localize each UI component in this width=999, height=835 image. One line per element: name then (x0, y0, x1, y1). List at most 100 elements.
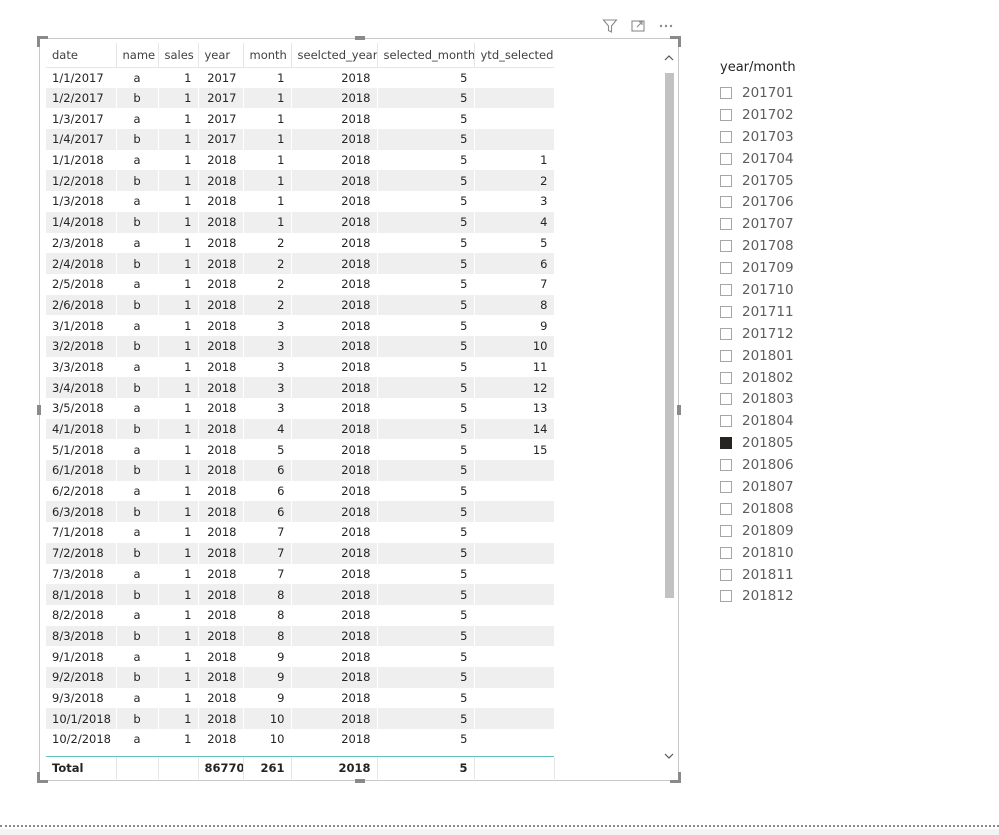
table-row[interactable]: 9/1/2018 a 1 2018 9 2018 5 (46, 646, 554, 667)
slicer-item[interactable]: 201803 (720, 388, 920, 410)
slicer-item[interactable]: 201807 (720, 476, 920, 498)
checkbox-icon[interactable] (720, 393, 732, 406)
table-row[interactable]: 3/1/2018 a 1 2018 3 2018 5 9 (46, 315, 554, 336)
table-row[interactable]: 9/3/2018 a 1 2018 9 2018 5 (46, 687, 554, 709)
checkbox-icon[interactable] (720, 108, 732, 121)
slicer-item[interactable]: 201703 (720, 126, 920, 148)
vertical-scrollbar[interactable] (662, 51, 676, 763)
table-row[interactable]: 1/4/2017 b 1 2017 1 2018 5 (46, 129, 554, 150)
table-row[interactable]: 10/2/2018 a 1 2018 10 2018 5 (46, 729, 554, 750)
slicer-item[interactable]: 201712 (720, 323, 920, 345)
table-row[interactable]: 4/1/2018 b 1 2018 4 2018 5 14 (46, 418, 554, 440)
table-row[interactable]: 5/1/2018 a 1 2018 5 2018 5 15 (46, 439, 554, 461)
resize-handle-top-right[interactable] (670, 36, 681, 47)
table-row[interactable]: 6/3/2018 b 1 2018 6 2018 5 (46, 501, 554, 523)
checkbox-icon[interactable] (720, 86, 732, 99)
slicer-item[interactable]: 201708 (720, 235, 920, 257)
checkbox-icon[interactable] (720, 568, 732, 581)
table-row[interactable]: 8/1/2018 b 1 2018 8 2018 5 (46, 584, 554, 605)
checkbox-icon[interactable] (720, 240, 732, 253)
filter-icon[interactable] (600, 16, 620, 36)
column-header[interactable]: year (198, 43, 244, 68)
checkbox-icon[interactable] (720, 327, 732, 340)
table-row[interactable]: 6/1/2018 b 1 2018 6 2018 5 (46, 460, 554, 481)
slicer-item[interactable]: 201805 (720, 432, 920, 454)
checkbox-icon[interactable] (720, 459, 732, 472)
table-row[interactable]: 1/1/2017 a 1 2017 1 2018 5 (46, 67, 554, 88)
resize-handle-bottom-right[interactable] (670, 772, 681, 783)
resize-handle-bottom[interactable] (355, 779, 365, 783)
checkbox-icon[interactable] (720, 174, 732, 187)
table-row[interactable]: 1/2/2018 b 1 2018 1 2018 5 2 (46, 170, 554, 192)
chevron-up-icon[interactable] (662, 51, 676, 65)
column-header[interactable]: ytd_selected (474, 43, 554, 68)
focus-mode-icon[interactable] (628, 16, 648, 36)
table-row[interactable]: 7/2/2018 b 1 2018 7 2018 5 (46, 542, 554, 564)
slicer-item[interactable]: 201711 (720, 301, 920, 323)
checkbox-icon[interactable] (720, 349, 732, 362)
checkbox-icon[interactable] (720, 152, 732, 165)
checkbox-checked-icon[interactable] (720, 437, 732, 450)
table-row[interactable]: 3/4/2018 b 1 2018 3 2018 5 12 (46, 377, 554, 398)
table-row[interactable]: 8/2/2018 a 1 2018 8 2018 5 (46, 604, 554, 626)
slicer-item[interactable]: 201704 (720, 148, 920, 170)
checkbox-icon[interactable] (720, 480, 732, 493)
more-options-icon[interactable] (656, 16, 676, 36)
scrollbar-thumb[interactable] (665, 73, 674, 598)
checkbox-icon[interactable] (720, 218, 732, 231)
slicer-item[interactable]: 201801 (720, 345, 920, 367)
checkbox-icon[interactable] (720, 130, 732, 143)
slicer-item[interactable]: 201706 (720, 191, 920, 213)
checkbox-icon[interactable] (720, 546, 732, 559)
table-row[interactable]: 7/1/2018 a 1 2018 7 2018 5 (46, 522, 554, 543)
column-header[interactable]: month (243, 43, 292, 68)
checkbox-icon[interactable] (720, 196, 732, 209)
slicer-item[interactable]: 201810 (720, 542, 920, 564)
checkbox-icon[interactable] (720, 305, 732, 318)
slicer-item[interactable]: 201812 (720, 585, 920, 607)
column-header[interactable]: date (46, 43, 117, 68)
table-row[interactable]: 1/3/2017 a 1 2017 1 2018 5 (46, 108, 554, 130)
table-row[interactable]: 3/2/2018 b 1 2018 3 2018 5 10 (46, 335, 554, 357)
table-row[interactable]: 1/3/2018 a 1 2018 1 2018 5 3 (46, 191, 554, 212)
checkbox-icon[interactable] (720, 524, 732, 537)
table-row[interactable]: 2/5/2018 a 1 2018 2 2018 5 7 (46, 273, 554, 295)
table-row[interactable]: 7/3/2018 a 1 2018 7 2018 5 (46, 563, 554, 585)
column-header[interactable]: seelcted_year (291, 43, 378, 68)
column-header[interactable]: selected_month (377, 43, 475, 68)
checkbox-icon[interactable] (720, 262, 732, 275)
column-header[interactable]: name (116, 43, 159, 68)
table-row[interactable]: 1/1/2018 a 1 2018 1 2018 5 1 (46, 149, 554, 171)
table-row[interactable]: 9/2/2018 b 1 2018 9 2018 5 (46, 666, 554, 688)
table-row[interactable]: 3/5/2018 a 1 2018 3 2018 5 13 (46, 398, 554, 419)
table-row[interactable]: 2/4/2018 b 1 2018 2 2018 5 6 (46, 253, 554, 274)
table-row[interactable]: 6/2/2018 a 1 2018 6 2018 5 (46, 480, 554, 502)
slicer-item[interactable]: 201806 (720, 454, 920, 476)
slicer-item[interactable]: 201701 (720, 82, 920, 104)
slicer-item[interactable]: 201809 (720, 520, 920, 542)
slicer-item[interactable]: 201710 (720, 279, 920, 301)
column-header[interactable]: sales (158, 43, 199, 68)
checkbox-icon[interactable] (720, 415, 732, 428)
table-row[interactable]: 2/6/2018 b 1 2018 2 2018 5 8 (46, 294, 554, 316)
resize-handle-top[interactable] (355, 36, 365, 40)
checkbox-icon[interactable] (720, 502, 732, 515)
table-row[interactable]: 10/1/2018 b 1 2018 10 2018 5 (46, 708, 554, 729)
table-row[interactable]: 1/2/2017 b 1 2017 1 2018 5 (46, 87, 554, 109)
slicer-item[interactable]: 201808 (720, 498, 920, 520)
slicer-item[interactable]: 201804 (720, 410, 920, 432)
slicer-item[interactable]: 201705 (720, 170, 920, 192)
table-row[interactable]: 8/3/2018 b 1 2018 8 2018 5 (46, 625, 554, 647)
table-row[interactable]: 3/3/2018 a 1 2018 3 2018 5 11 (46, 356, 554, 378)
slicer-item[interactable]: 201709 (720, 257, 920, 279)
resize-handle-left[interactable] (37, 405, 41, 415)
checkbox-icon[interactable] (720, 283, 732, 296)
checkbox-icon[interactable] (720, 371, 732, 384)
slicer-item[interactable]: 201702 (720, 104, 920, 126)
table-visual[interactable]: date name sales year month seelcted_year selec… (37, 36, 681, 783)
resize-handle-right[interactable] (677, 405, 681, 415)
slicer-item[interactable]: 201802 (720, 367, 920, 389)
slicer-item[interactable]: 201811 (720, 564, 920, 586)
chevron-down-icon[interactable] (662, 749, 676, 763)
checkbox-icon[interactable] (720, 590, 732, 603)
